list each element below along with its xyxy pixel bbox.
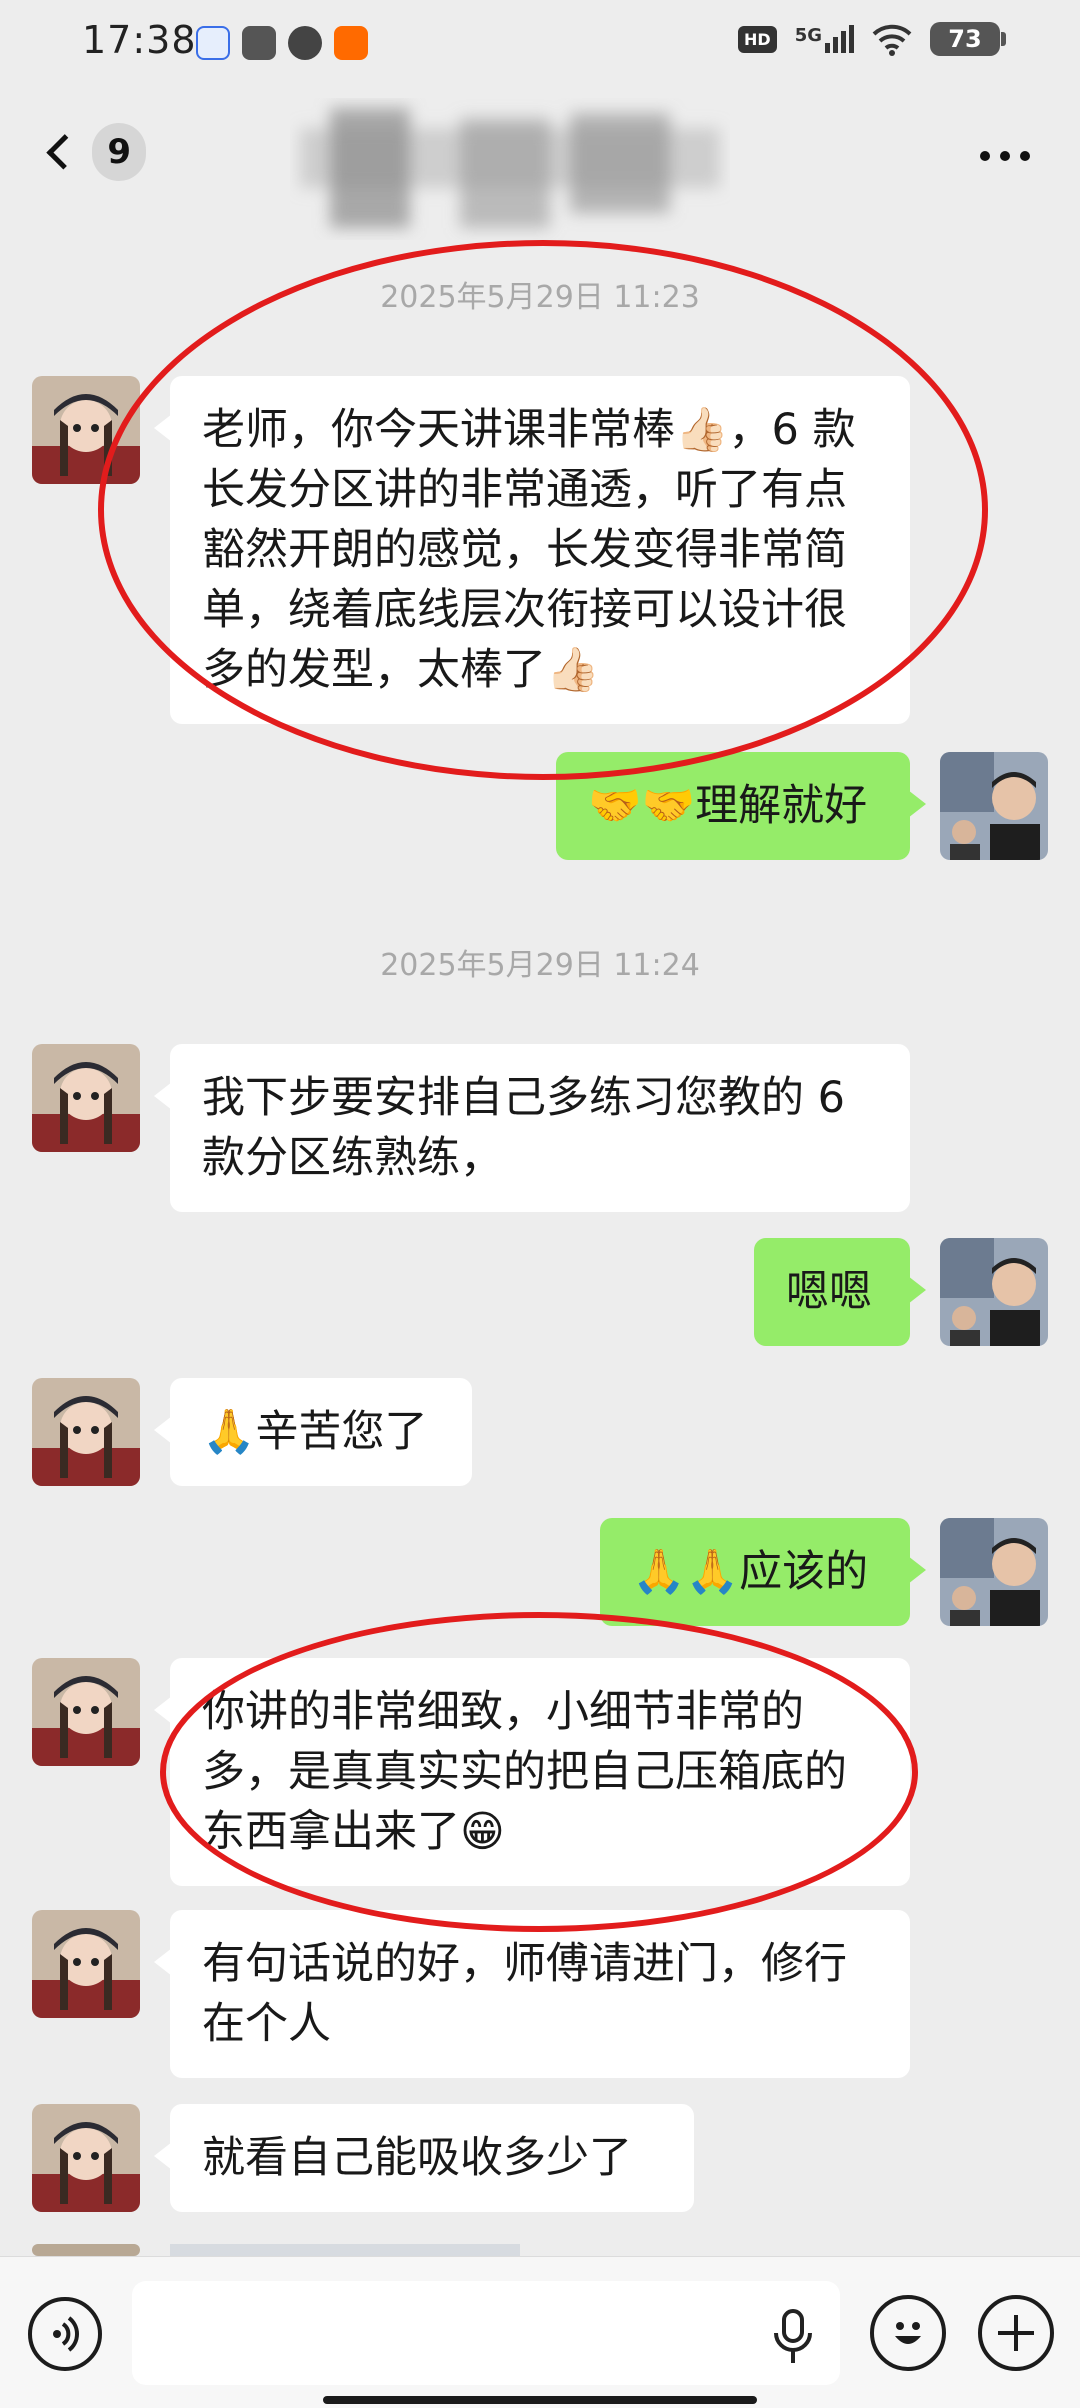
self-avatar[interactable] bbox=[940, 1238, 1048, 1346]
status-indicators: HD 5G 73 bbox=[738, 22, 1006, 56]
message-bubble-outgoing[interactable]: 🙏🙏应该的 bbox=[600, 1518, 926, 1626]
battery-indicator: 73 bbox=[930, 22, 1006, 56]
status-time: 17:38 bbox=[82, 18, 197, 62]
plus-button[interactable] bbox=[978, 2295, 1054, 2371]
message-bubble-outgoing[interactable]: 🤝🤝理解就好 bbox=[556, 752, 926, 860]
chat-header: 9 bbox=[0, 86, 1080, 228]
contact-avatar[interactable] bbox=[32, 2104, 140, 2212]
signal-5g-icon: 5G bbox=[795, 25, 854, 53]
contact-avatar[interactable] bbox=[32, 376, 140, 484]
message-bubble-incoming[interactable]: 🙏辛苦您了 bbox=[154, 1378, 472, 1486]
voice-mode-icon bbox=[53, 2316, 79, 2352]
self-avatar[interactable] bbox=[940, 752, 1048, 860]
network-type: 5G bbox=[794, 25, 822, 46]
taobao-app-icon bbox=[334, 26, 368, 60]
voice-mode-button[interactable] bbox=[28, 2297, 102, 2371]
wifi-icon bbox=[872, 24, 912, 56]
message-bubble-incoming[interactable]: 我下步要安排自己多练习您教的 6 款分区练熟练， bbox=[154, 1044, 910, 1212]
message-input-bar bbox=[0, 2256, 1080, 2408]
contact-avatar[interactable] bbox=[32, 1910, 140, 2018]
chat-title-redacted bbox=[300, 108, 720, 228]
contact-avatar[interactable] bbox=[32, 1378, 140, 1486]
message-bubble-incoming[interactable]: 有句话说的好，师傅请进门，修行在个人 bbox=[154, 1910, 910, 2078]
chat-screen: 17:38 HD 5G 73 9 2025年5月29日 11:23 老师，你今天… bbox=[0, 0, 1080, 2408]
message-bubble-incoming[interactable]: 你讲的非常细致，小细节非常的多，是真真实实的把自己压箱底的东西拿出来了😁 bbox=[154, 1658, 910, 1886]
message-bubble-incoming[interactable]: 老师，你今天讲课非常棒👍🏻，6 款长发分区讲的非常通透，听了有点豁然开朗的感觉，… bbox=[154, 376, 910, 724]
notification-app-icon bbox=[196, 26, 230, 60]
emoji-icon bbox=[895, 2322, 921, 2344]
message-bubble-incoming[interactable]: 就看自己能吸收多少了 bbox=[154, 2104, 694, 2212]
home-indicator[interactable] bbox=[323, 2396, 757, 2404]
self-avatar[interactable] bbox=[940, 1518, 1048, 1626]
message-input[interactable] bbox=[132, 2281, 840, 2385]
contact-avatar-partial bbox=[32, 2244, 140, 2256]
message-timestamp: 2025年5月29日 11:23 bbox=[380, 280, 700, 315]
contact-avatar[interactable] bbox=[32, 1658, 140, 1766]
status-bar: 17:38 HD 5G 73 bbox=[0, 0, 1080, 86]
status-app-icons bbox=[196, 26, 368, 60]
hd-badge: HD bbox=[738, 25, 777, 53]
more-options-button[interactable] bbox=[970, 136, 1040, 176]
message-timestamp: 2025年5月29日 11:24 bbox=[380, 948, 700, 983]
browser-app-icon bbox=[288, 26, 322, 60]
contact-avatar[interactable] bbox=[32, 1044, 140, 1152]
plus-icon bbox=[998, 2315, 1034, 2351]
unread-count-badge: 9 bbox=[92, 123, 146, 181]
emoji-button[interactable] bbox=[870, 2295, 946, 2371]
message-bubble-outgoing[interactable]: 嗯嗯 bbox=[754, 1238, 926, 1346]
mic-icon[interactable] bbox=[770, 2309, 816, 2365]
back-chevron-icon bbox=[46, 134, 83, 170]
back-button[interactable]: 9 bbox=[36, 120, 146, 184]
vivo-app-icon bbox=[242, 26, 276, 60]
more-icon bbox=[980, 151, 990, 161]
image-message-partial bbox=[170, 2244, 520, 2256]
